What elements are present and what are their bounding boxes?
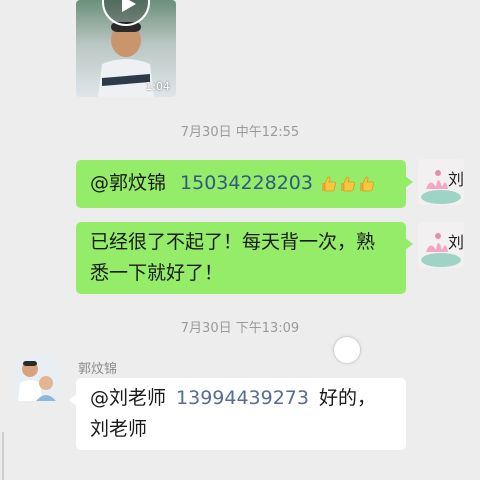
avatar-character: 刘 bbox=[448, 233, 464, 252]
message-bubble-self[interactable]: @郭炆锦 15034228203 bbox=[76, 160, 413, 208]
timestamp: 7月30日 下午13:09 bbox=[180, 321, 300, 336]
timestamp: 7月30日 中午12:55 bbox=[180, 125, 300, 140]
phone-number-link[interactable]: 13994439273 bbox=[176, 387, 309, 409]
thumbs-up-icon bbox=[322, 176, 336, 191]
lotus-avatar-icon: 刘 bbox=[418, 222, 464, 268]
thumbs-up-icon bbox=[360, 176, 374, 191]
avatar-other[interactable] bbox=[14, 355, 60, 401]
video-message-thumbnail[interactable]: 1:04 bbox=[76, 0, 176, 97]
avatar-self[interactable]: 刘 bbox=[418, 159, 464, 205]
avatar-character: 刘 bbox=[448, 170, 464, 189]
user-photo-icon bbox=[14, 355, 60, 401]
phone-number-link[interactable]: 15034228203 bbox=[180, 172, 313, 194]
avatar-self[interactable]: 刘 bbox=[418, 222, 464, 268]
mention-text[interactable]: @刘老师 bbox=[90, 387, 166, 409]
sender-name: 郭炆锦 bbox=[78, 362, 118, 377]
lotus-avatar-icon: 刘 bbox=[418, 159, 464, 205]
edge-divider bbox=[2, 432, 4, 480]
emoji-group bbox=[319, 168, 376, 199]
mention-text[interactable]: @郭炆锦 bbox=[90, 172, 166, 194]
floating-window-button[interactable] bbox=[334, 337, 360, 363]
message-bubble-self[interactable]: 已经很了不起了！每天背一次，熟悉一下就好了！ bbox=[76, 222, 413, 294]
message-bubble-other[interactable]: @刘老师 13994439273 好的，刘老师 bbox=[69, 378, 406, 450]
video-duration: 1:04 bbox=[145, 80, 170, 93]
thumbs-up-icon bbox=[341, 176, 355, 191]
